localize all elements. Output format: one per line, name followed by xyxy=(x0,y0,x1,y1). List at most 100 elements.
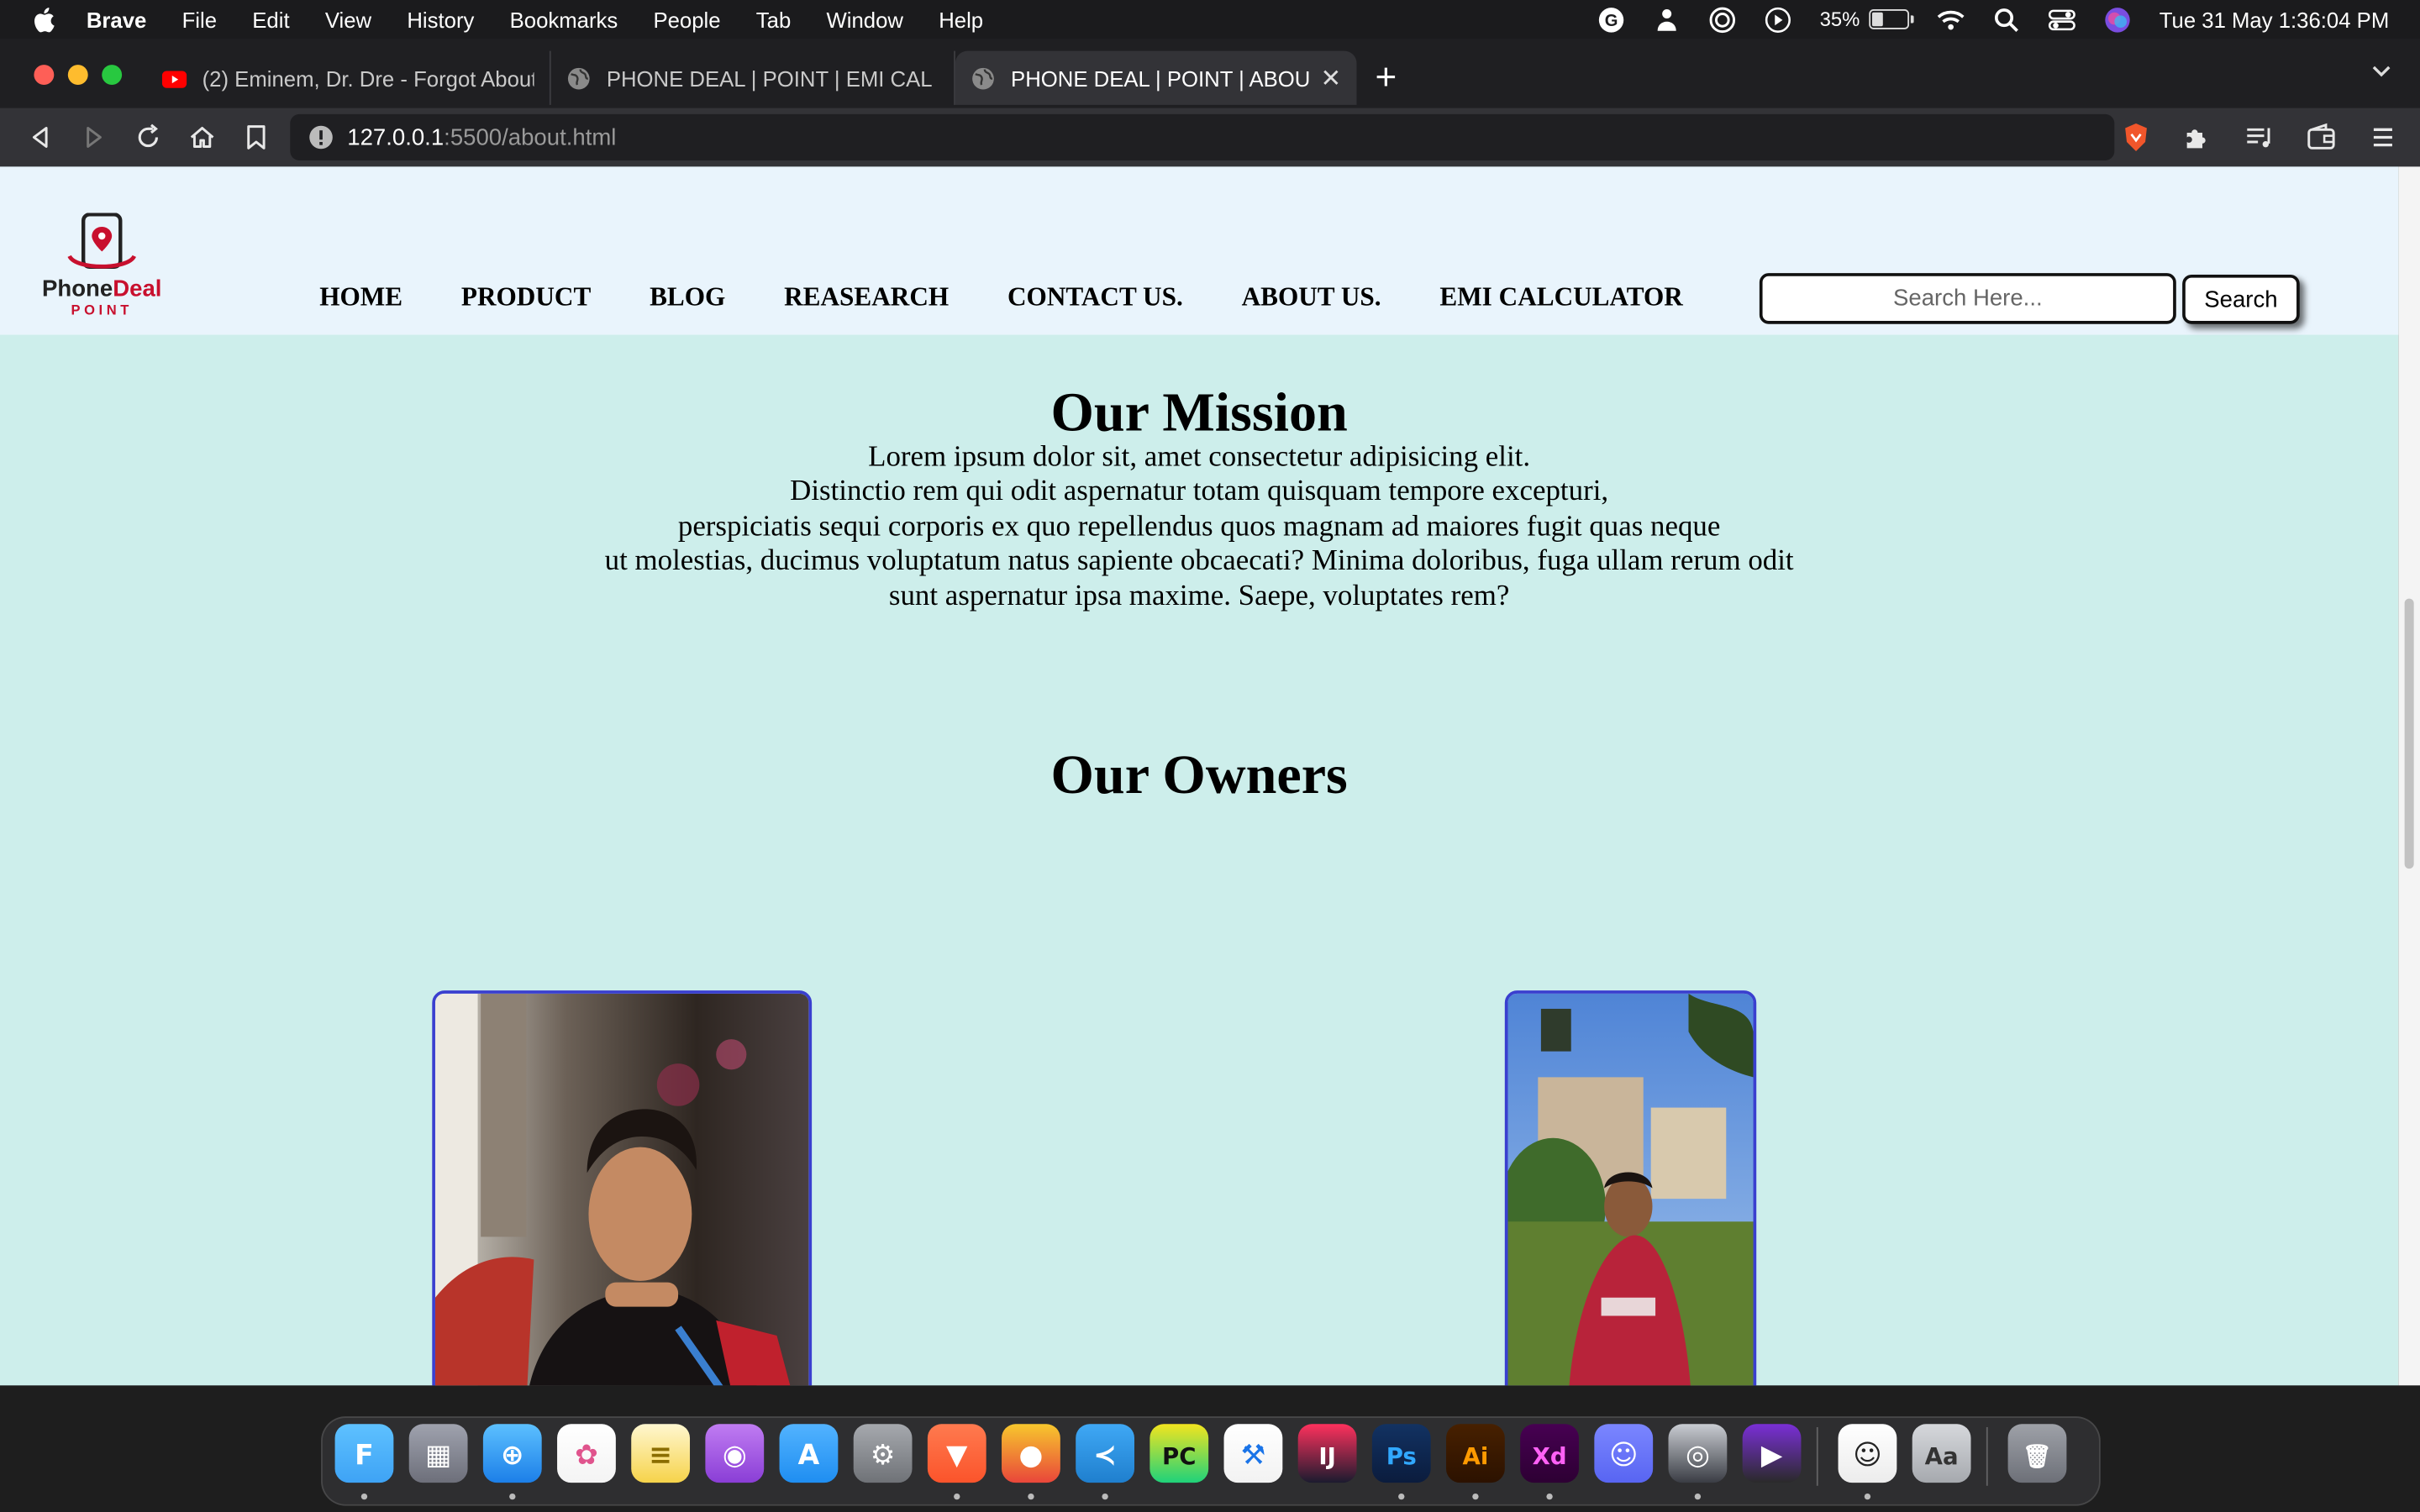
site-info-icon[interactable] xyxy=(308,125,333,150)
trash-icon[interactable]: 🗑 xyxy=(2007,1422,2068,1483)
photoshop-icon[interactable]: Ps xyxy=(1370,1422,1432,1483)
scrollbar-thumb[interactable] xyxy=(2404,598,2414,869)
siri-icon[interactable] xyxy=(2104,5,2132,33)
home-icon[interactable] xyxy=(188,123,216,151)
target-status-icon[interactable] xyxy=(1708,5,1736,33)
reload-icon[interactable] xyxy=(134,123,162,151)
menu-tab[interactable]: Tab xyxy=(756,7,791,31)
tab-youtube[interactable]: (2) Eminem, Dr. Dre - Forgot About Dre xyxy=(146,50,551,105)
macos-menubar: Brave File Edit View History Bookmarks P… xyxy=(0,0,2420,39)
nav-home[interactable]: HOME xyxy=(319,282,402,313)
podcasts-icon[interactable]: ◉ xyxy=(704,1422,765,1483)
site-logo[interactable]: PhoneDeal POINT xyxy=(34,213,170,321)
search-button[interactable]: Search xyxy=(2182,274,2300,324)
bookmark-icon[interactable] xyxy=(242,123,270,151)
menu-people[interactable]: People xyxy=(653,7,720,31)
running-indicator xyxy=(1398,1493,1405,1500)
menu-edit[interactable]: Edit xyxy=(252,7,289,31)
menubar-clock[interactable]: Tue 31 May 1:36:04 PM xyxy=(2160,7,2390,31)
play-status-icon[interactable] xyxy=(1765,5,1792,33)
menu-history[interactable]: History xyxy=(407,7,474,31)
tab-about-us[interactable]: PHONE DEAL | POINT | ABOUT US ✕ xyxy=(955,50,1357,105)
spotlight-search-icon[interactable] xyxy=(1992,5,2020,33)
minimize-window-button[interactable] xyxy=(67,65,88,86)
media-playlist-icon[interactable] xyxy=(2244,122,2275,153)
app-store-icon[interactable]: A xyxy=(778,1422,839,1483)
apple-logo-icon[interactable] xyxy=(31,5,55,33)
vscode-icon[interactable]: ≺ xyxy=(1074,1422,1135,1483)
chrome-icon[interactable]: ● xyxy=(1000,1422,1061,1483)
menu-app-name[interactable]: Brave xyxy=(87,7,146,31)
dock-separator xyxy=(1816,1426,1818,1486)
svg-text:G: G xyxy=(1605,11,1618,29)
pycharm-icon[interactable]: PC xyxy=(1149,1422,1210,1483)
menu-file[interactable]: File xyxy=(182,7,217,31)
extensions-icon[interactable] xyxy=(2182,122,2213,153)
close-tab-icon[interactable]: ✕ xyxy=(1320,62,1341,93)
discord-icon[interactable]: ☺ xyxy=(1593,1422,1655,1483)
svg-text:Aa: Aa xyxy=(1925,1443,1959,1470)
url-host: 127.0.0.1 xyxy=(347,123,445,151)
back-icon[interactable] xyxy=(26,123,54,151)
url-path: :5500/about.html xyxy=(444,123,617,151)
compressor-icon[interactable]: ◎ xyxy=(1667,1422,1728,1483)
safari-icon[interactable]: ⊕ xyxy=(481,1422,543,1483)
svg-text:IJ: IJ xyxy=(1318,1443,1336,1470)
xd-icon[interactable]: Xd xyxy=(1518,1422,1580,1483)
menu-view[interactable]: View xyxy=(325,7,371,31)
mission-title: Our Mission xyxy=(1050,381,1348,444)
system-preferences-icon[interactable]: ⚙ xyxy=(852,1422,913,1483)
hamburger-menu-icon[interactable] xyxy=(2368,122,2399,153)
battery-status[interactable]: 35% xyxy=(1820,8,1914,31)
address-bar[interactable]: 127.0.0.1:5500/about.html xyxy=(290,113,2115,161)
phone-location-icon xyxy=(67,213,136,269)
youtube-icon xyxy=(161,70,187,87)
nav-about-us[interactable]: ABOUT US. xyxy=(1242,282,1381,313)
globe-icon xyxy=(567,66,590,89)
launchpad-icon[interactable]: ▦ xyxy=(408,1422,469,1483)
chevron-down-icon[interactable] xyxy=(2370,60,2392,82)
grammarly-icon[interactable]: G xyxy=(1597,5,1625,33)
forward-icon[interactable] xyxy=(81,123,108,151)
illustrator-icon[interactable]: Ai xyxy=(1444,1422,1506,1483)
wallet-icon[interactable] xyxy=(2306,122,2337,153)
dock-separator xyxy=(1986,1426,1988,1486)
zoom-window-button[interactable] xyxy=(102,65,123,86)
svg-text:☺: ☺ xyxy=(1853,1438,1881,1471)
tab-emi-calculator[interactable]: PHONE DEAL | POINT | EMI CAL xyxy=(551,50,955,105)
globe-icon xyxy=(972,66,994,89)
close-window-button[interactable] xyxy=(34,65,55,86)
owners-title: Our Owners xyxy=(1050,743,1348,806)
mission-paragraph: Lorem ipsum dolor sit, amet consectetur … xyxy=(0,441,2398,614)
brave-shields-icon[interactable] xyxy=(2121,122,2152,153)
menu-window[interactable]: Window xyxy=(827,7,903,31)
search-input[interactable] xyxy=(1759,273,2176,324)
svg-text:PC: PC xyxy=(1162,1443,1196,1470)
control-center-icon[interactable] xyxy=(2049,5,2076,33)
facetime-icon[interactable]: ☺ xyxy=(1837,1422,1898,1483)
window-controls xyxy=(34,65,123,86)
notes-icon[interactable]: ≡ xyxy=(629,1422,691,1483)
wifi-icon[interactable] xyxy=(1937,5,1965,33)
font-book-icon[interactable]: Aa xyxy=(1911,1422,1972,1483)
running-indicator xyxy=(1472,1493,1479,1500)
page-scrollbar[interactable] xyxy=(2398,166,2420,1386)
user-status-icon[interactable] xyxy=(1653,5,1681,33)
final-cut-icon[interactable]: ▶ xyxy=(1741,1422,1802,1483)
menu-help[interactable]: Help xyxy=(939,7,983,31)
nav-blog[interactable]: BLOG xyxy=(650,282,725,313)
menu-bookmarks[interactable]: Bookmarks xyxy=(510,7,618,31)
nav-product[interactable]: PRODUCT xyxy=(461,282,591,313)
photos-icon[interactable]: ✿ xyxy=(555,1422,617,1483)
brave-icon[interactable]: ▼ xyxy=(926,1422,987,1483)
svg-text:☺: ☺ xyxy=(1609,1438,1638,1471)
intellij-icon[interactable]: IJ xyxy=(1297,1422,1358,1483)
finder-icon[interactable]: F xyxy=(334,1422,395,1483)
nav-contact-us[interactable]: CONTACT US. xyxy=(1007,282,1183,313)
nav-emi-calculator[interactable]: EMI CALCULATOR xyxy=(1439,282,1682,313)
new-tab-button[interactable]: + xyxy=(1376,51,1397,108)
xcode-icon[interactable]: ⚒ xyxy=(1223,1422,1284,1483)
nav-research[interactable]: REASEARCH xyxy=(784,282,949,313)
site-header: PhoneDeal POINT HOME PRODUCT BLOG REASEA… xyxy=(0,166,2399,335)
svg-text:⚙: ⚙ xyxy=(871,1438,896,1471)
